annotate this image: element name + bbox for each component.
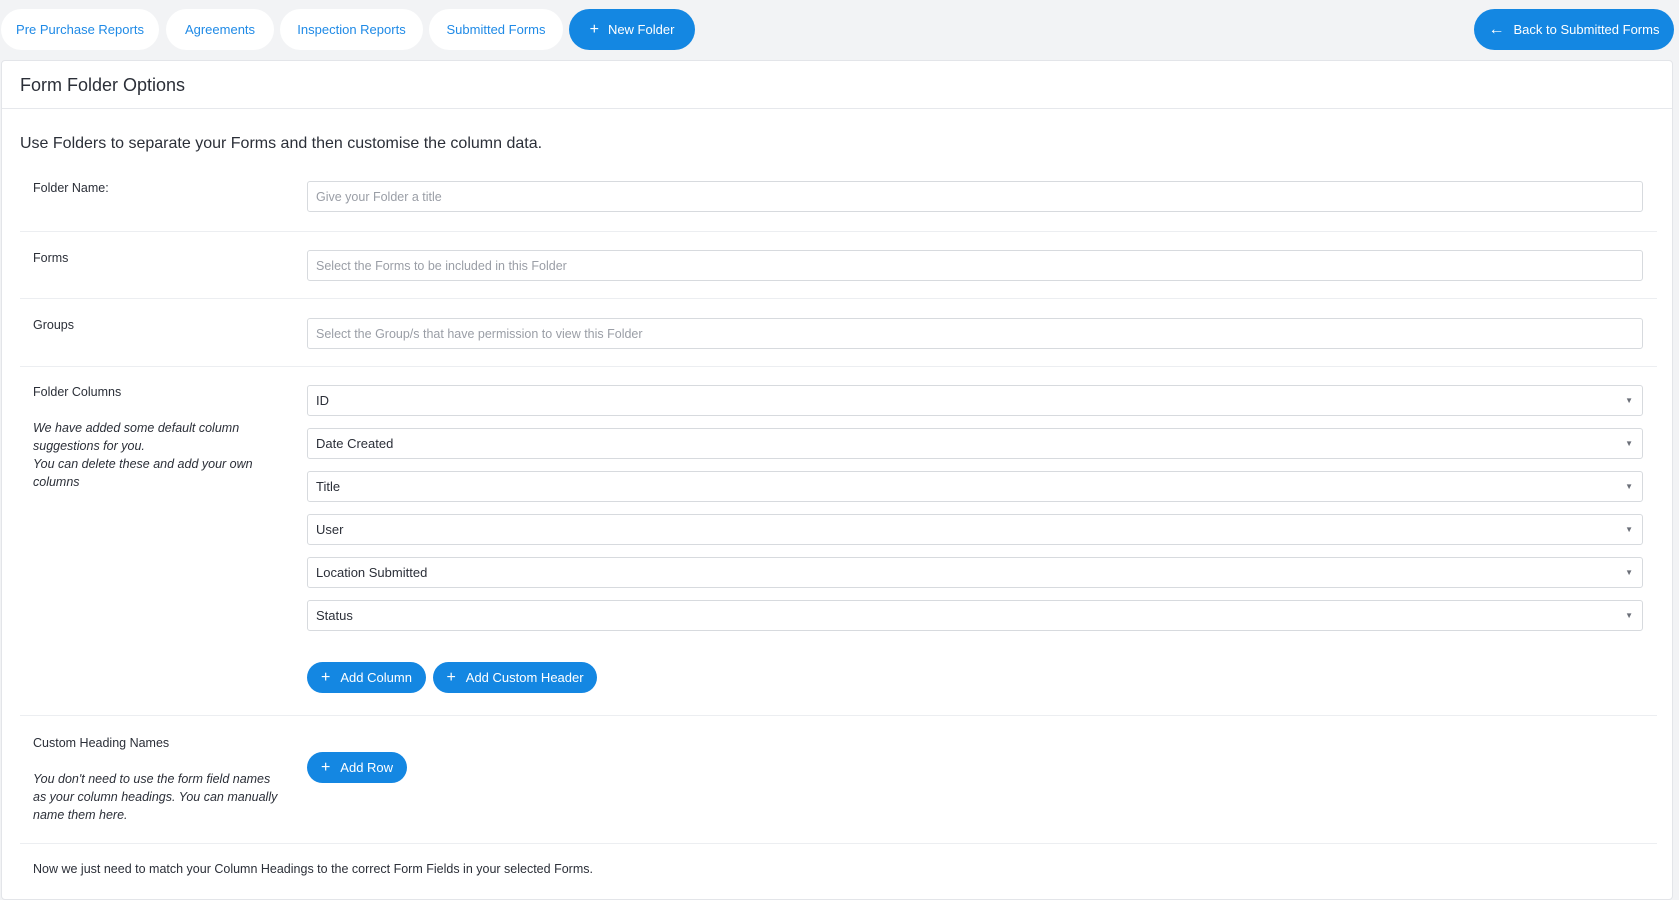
row-divider <box>20 231 1657 232</box>
dropdown-caret-icon: ▼ <box>1625 611 1633 620</box>
add-custom-header-button[interactable]: + Add Custom Header <box>433 662 597 693</box>
folder-name-placeholder: Give your Folder a title <box>316 189 442 204</box>
groups-placeholder: Select the Group/s that have permission … <box>316 326 643 341</box>
back-button-label: Back to Submitted Forms <box>1513 22 1660 37</box>
folder-columns-help-line-2: You can delete these and add your own co… <box>33 457 253 489</box>
add-row-label: Add Row <box>340 760 394 775</box>
column-select-value: User <box>316 522 344 537</box>
column-select-date-created[interactable]: Date Created ▼ <box>307 428 1643 459</box>
groups-label: Groups <box>33 318 74 332</box>
column-select-status[interactable]: Status ▼ <box>307 600 1643 631</box>
dropdown-caret-icon: ▼ <box>1625 525 1633 534</box>
tab-agreements[interactable]: Agreements <box>166 9 274 50</box>
back-to-submitted-forms-button[interactable]: ← Back to Submitted Forms <box>1474 9 1674 50</box>
custom-heading-names-help: You don't need to use the form field nam… <box>33 772 278 822</box>
column-select-title[interactable]: Title ▼ <box>307 471 1643 502</box>
arrow-left-icon: ← <box>1488 20 1505 38</box>
dropdown-caret-icon: ▼ <box>1625 568 1633 577</box>
match-columns-text: Now we just need to match your Column He… <box>33 862 593 876</box>
dropdown-caret-icon: ▼ <box>1625 439 1633 448</box>
column-select-location-submitted[interactable]: Location Submitted ▼ <box>307 557 1643 588</box>
tab-pre-purchase-reports[interactable]: Pre Purchase Reports <box>1 9 159 50</box>
forms-placeholder: Select the Forms to be included in this … <box>316 258 567 273</box>
folder-name-input[interactable]: Give your Folder a title <box>307 181 1643 212</box>
plus-icon: + <box>321 668 331 686</box>
column-select-value: Title <box>316 479 341 494</box>
new-folder-button[interactable]: + New Folder <box>569 9 695 50</box>
add-row-button[interactable]: + Add Row <box>307 752 407 783</box>
column-select-value: ID <box>316 393 329 408</box>
column-select-value: Location Submitted <box>316 565 428 580</box>
groups-select[interactable]: Select the Group/s that have permission … <box>307 318 1643 349</box>
top-navigation: Pre Purchase Reports Agreements Inspecti… <box>0 0 1679 60</box>
add-custom-header-label: Add Custom Header <box>465 670 584 685</box>
folder-columns-label: Folder Columns <box>33 385 122 399</box>
row-divider <box>20 843 1657 844</box>
custom-heading-names-label: Custom Heading Names <box>33 736 170 750</box>
add-column-label: Add Column <box>340 670 412 685</box>
forms-label: Forms <box>33 251 69 265</box>
intro-text: Use Folders to separate your Forms and t… <box>20 135 543 152</box>
tab-submitted-forms[interactable]: Submitted Forms <box>429 9 563 50</box>
panel-divider <box>2 108 1672 109</box>
row-divider <box>20 366 1657 367</box>
folder-columns-help-line-1: We have added some default column sugges… <box>33 421 240 453</box>
plus-icon: + <box>320 758 331 776</box>
panel-title: Form Folder Options <box>20 75 186 95</box>
folder-columns-help: We have added some default column sugges… <box>33 419 278 491</box>
row-divider <box>20 715 1657 716</box>
plus-icon: + <box>589 20 599 38</box>
plus-icon: + <box>446 668 456 686</box>
forms-select[interactable]: Select the Forms to be included in this … <box>307 250 1643 281</box>
folder-name-label: Folder Name: <box>33 181 109 195</box>
column-select-value: Status <box>316 608 353 623</box>
column-select-user[interactable]: User ▼ <box>307 514 1643 545</box>
dropdown-caret-icon: ▼ <box>1625 482 1633 491</box>
column-select-id[interactable]: ID ▼ <box>307 385 1643 416</box>
column-select-value: Date Created <box>316 436 394 451</box>
row-divider <box>20 298 1657 299</box>
dropdown-caret-icon: ▼ <box>1625 396 1633 405</box>
form-folder-options-panel: Form Folder Options Use Folders to separ… <box>1 60 1673 900</box>
tab-inspection-reports[interactable]: Inspection Reports <box>280 9 423 50</box>
add-column-button[interactable]: + Add Column <box>307 662 426 693</box>
new-folder-label: New Folder <box>607 22 675 37</box>
